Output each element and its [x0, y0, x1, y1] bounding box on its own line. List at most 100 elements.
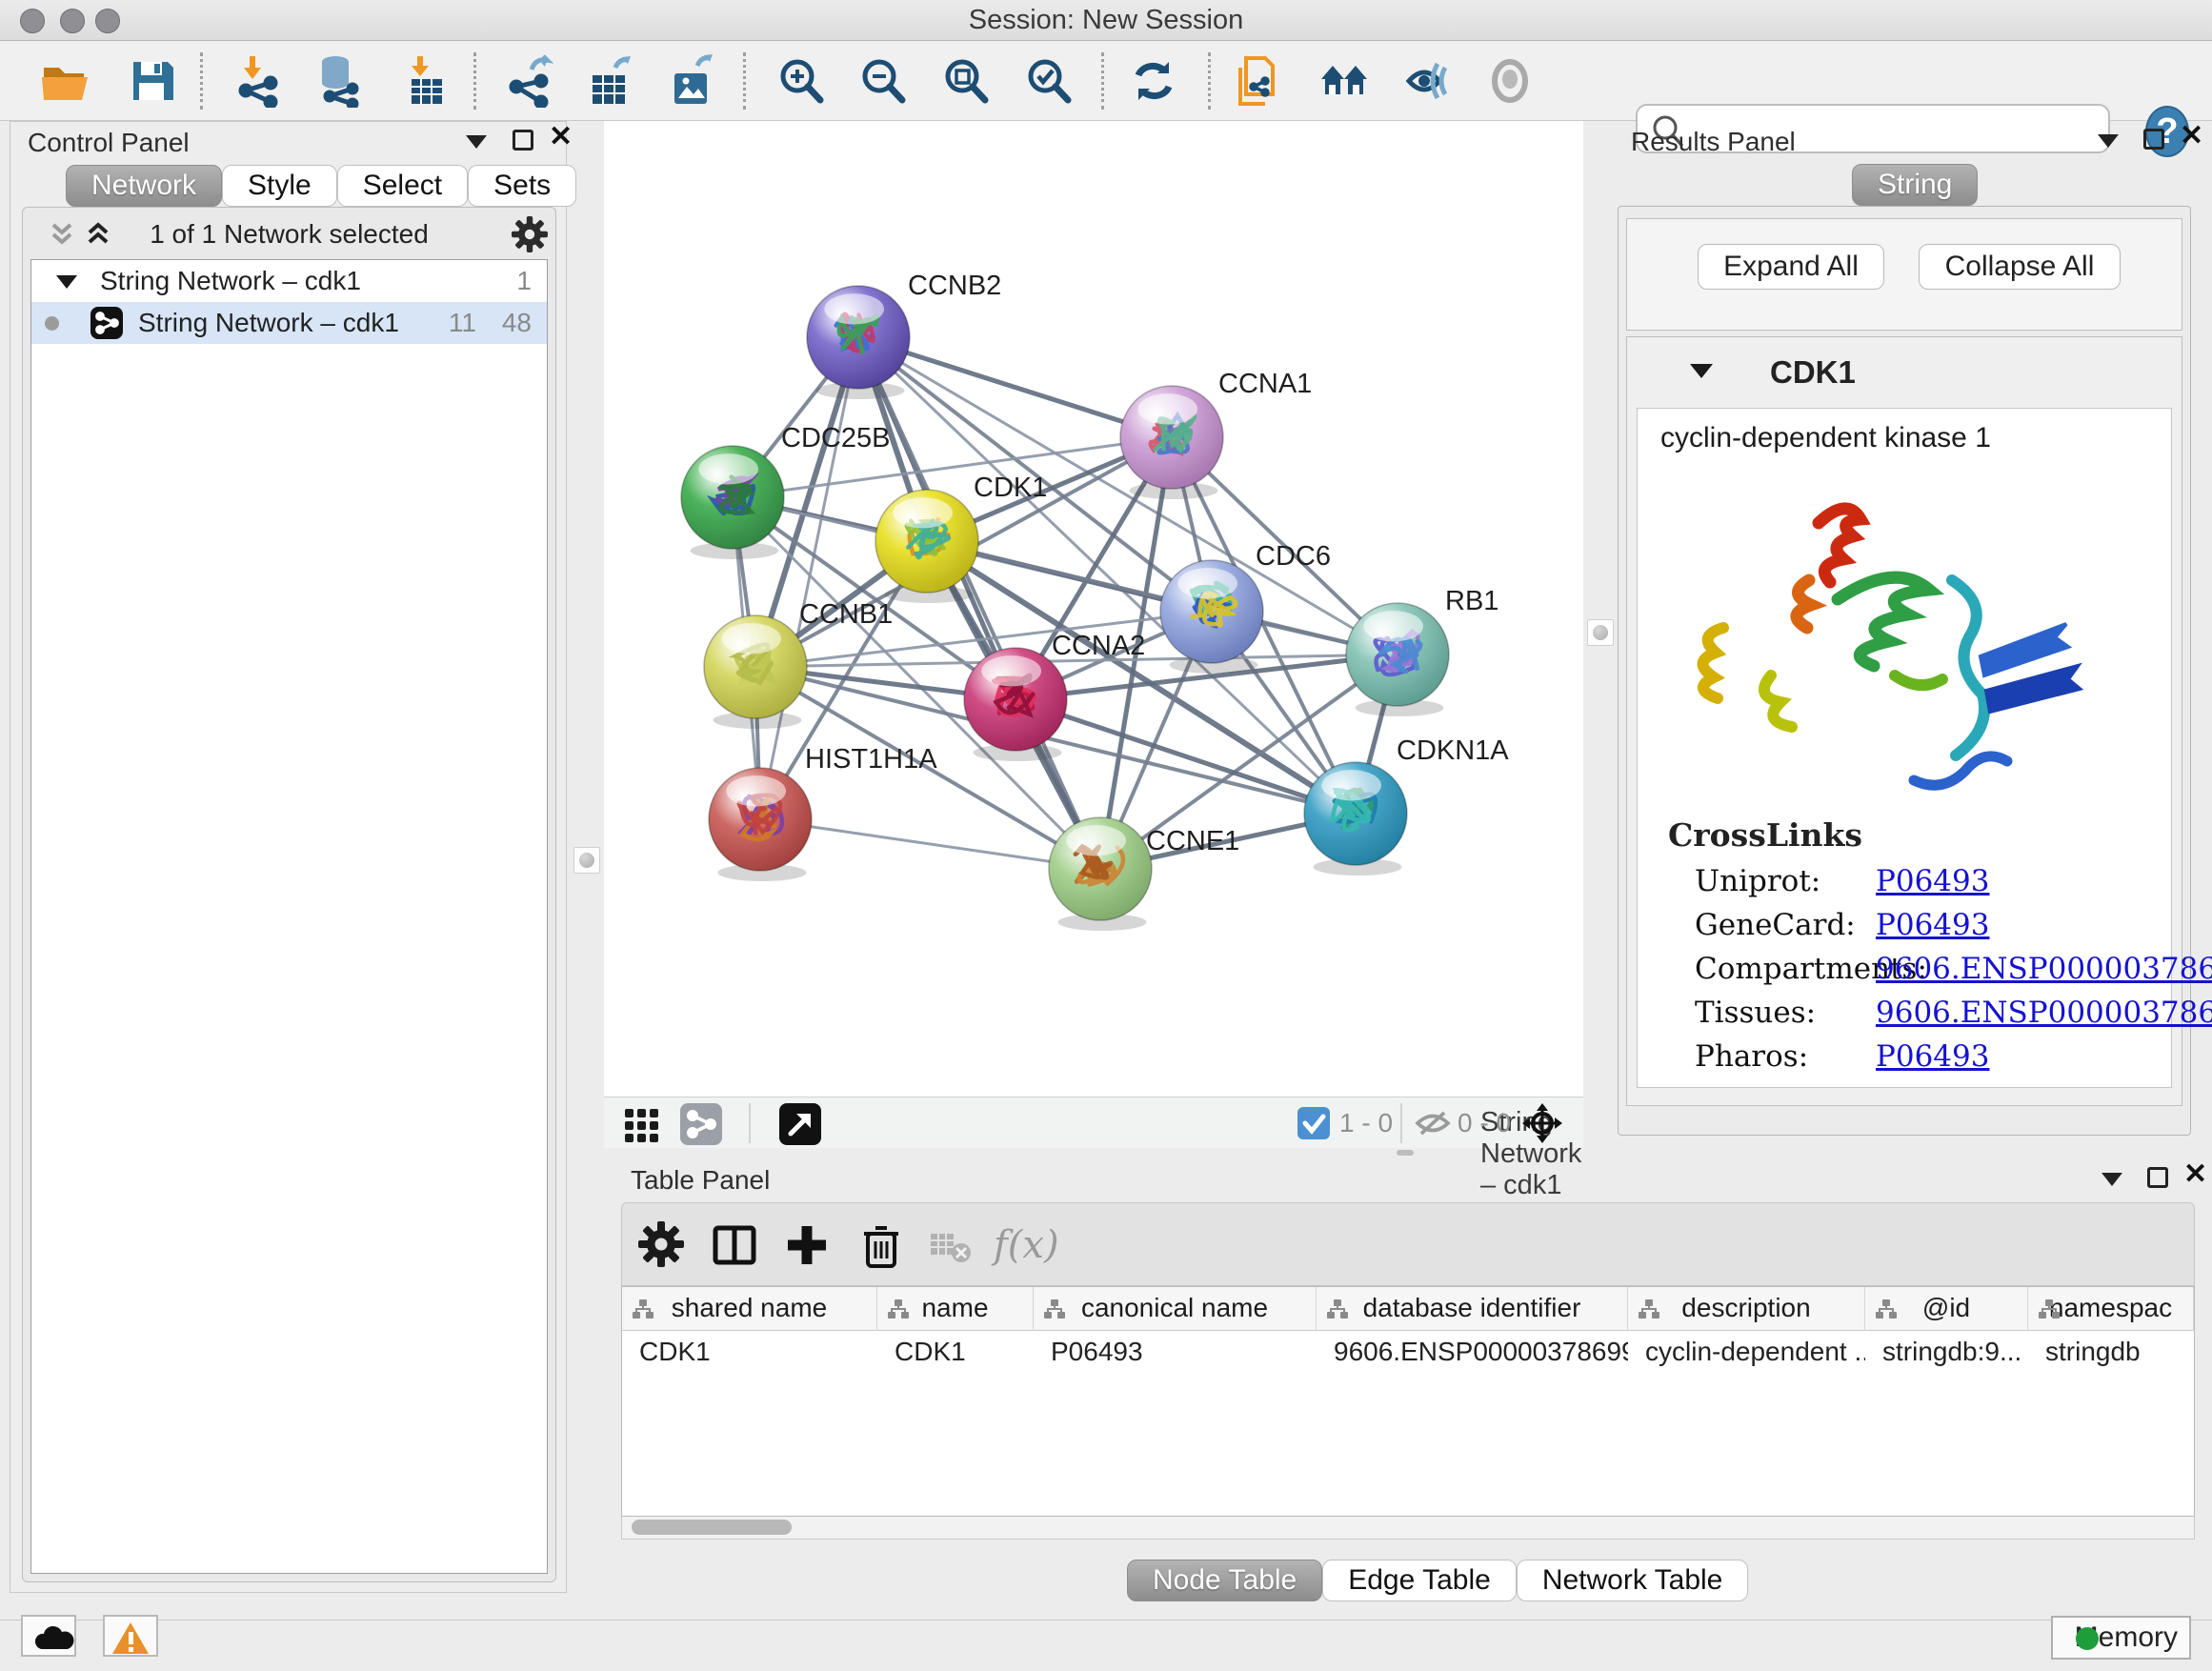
- export-image-icon[interactable]: [665, 54, 718, 108]
- delete-table-icon[interactable]: [925, 1220, 975, 1270]
- panel-close-icon[interactable]: ✕: [2180, 126, 2203, 147]
- highlight-eye-icon[interactable]: [1483, 54, 1537, 108]
- node-entry-body: cyclin-dependent kinase 1: [1637, 408, 2172, 1088]
- tab-style[interactable]: Style: [222, 165, 337, 207]
- table-row[interactable]: CDK1CDK1P064939606.ENSP00000378699cyclin…: [622, 1331, 2194, 1373]
- node-CDK1[interactable]: CDK1: [875, 473, 1047, 603]
- clone-network-icon[interactable]: [1233, 54, 1286, 108]
- zoom-in-icon[interactable]: [774, 54, 828, 108]
- panel-collapse-icon[interactable]: [466, 135, 487, 153]
- crosslink-label: Uniprot:: [1695, 864, 1820, 898]
- pan-crosshair-icon[interactable]: [1520, 1101, 1564, 1150]
- panel-collapse-icon[interactable]: [2101, 1173, 2122, 1191]
- node-label-RB1: RB1: [1445, 586, 1498, 616]
- zoom-selected-icon[interactable]: [1022, 54, 1076, 108]
- delete-column-icon[interactable]: [856, 1220, 906, 1270]
- table-cell: P06493: [1034, 1331, 1317, 1373]
- open-session-icon[interactable]: [38, 54, 91, 108]
- bottom-splitter-handle[interactable]: [1397, 1150, 1414, 1156]
- collapse-all-button[interactable]: Collapse All: [1919, 244, 2121, 290]
- open-in-window-icon[interactable]: [779, 1103, 821, 1145]
- table-toolbar: f(x): [621, 1202, 2195, 1286]
- minimize-window-button[interactable]: [60, 9, 85, 33]
- zoom-window-button[interactable]: [95, 9, 120, 33]
- show-columns-icon[interactable]: [710, 1220, 759, 1270]
- panel-close-icon[interactable]: ✕: [549, 127, 573, 148]
- network-options-gear-icon[interactable]: [511, 215, 549, 258]
- column-header-description[interactable]: description: [1628, 1287, 1865, 1331]
- network-canvas[interactable]: CCNB2CCNA1CDC25BCDK1CDC6RB1CCNB1CCNA2CDK…: [604, 121, 1583, 1097]
- panel-float-icon[interactable]: [513, 130, 533, 155]
- column-header-namespac[interactable]: namespac: [2028, 1287, 2194, 1331]
- panel-float-icon[interactable]: [2147, 1167, 2168, 1193]
- string-results-container: Expand All Collapse All CDK1 cyclin-depe…: [1618, 206, 2191, 1136]
- tab-edge-table[interactable]: Edge Table: [1322, 1560, 1517, 1601]
- crosslink-link[interactable]: 9606.ENSP00000378699: [1876, 996, 2212, 1030]
- network-graph[interactable]: CCNB2CCNA1CDC25BCDK1CDC6RB1CCNB1CCNA2CDK…: [604, 121, 1583, 1097]
- export-network-icon[interactable]: [503, 54, 556, 108]
- toolbar-separator: [1101, 52, 1104, 110]
- crosslink-label: Tissues:: [1695, 996, 1816, 1030]
- memory-button[interactable]: Memory: [2051, 1616, 2191, 1660]
- node-CDKN1A[interactable]: CDKN1A: [1304, 735, 1509, 876]
- node-HIST1H1A[interactable]: HIST1H1A: [709, 744, 937, 881]
- column-type-icon: [1638, 1298, 1660, 1320]
- expand-all-button[interactable]: Expand All: [1698, 244, 1884, 290]
- tab-string[interactable]: String: [1852, 164, 1978, 206]
- tab-network-table[interactable]: Network Table: [1517, 1560, 1749, 1601]
- zoom-out-icon[interactable]: [856, 54, 910, 108]
- function-builder-icon[interactable]: f(x): [994, 1220, 1079, 1270]
- string-view-icon[interactable]: [680, 1103, 722, 1145]
- column-header-shared-name[interactable]: shared name: [622, 1287, 877, 1331]
- birds-eye-grid-icon[interactable]: [621, 1103, 663, 1145]
- node-CCNE1[interactable]: CCNE1: [1049, 817, 1239, 931]
- export-table-icon[interactable]: [583, 54, 636, 108]
- network-collection-row[interactable]: String Network – cdk1 1: [31, 260, 547, 302]
- tab-node-table[interactable]: Node Table: [1127, 1560, 1322, 1601]
- import-database-icon[interactable]: [312, 54, 366, 108]
- node-entry-header[interactable]: CDK1: [1627, 337, 2182, 408]
- node-label-CCNA2: CCNA2: [1052, 631, 1145, 661]
- column-header-name[interactable]: name: [877, 1287, 1034, 1331]
- table-options-gear-icon[interactable]: [637, 1220, 687, 1270]
- selected-checkbox-icon[interactable]: [1297, 1107, 1330, 1139]
- legacy-home-icon[interactable]: [1317, 54, 1371, 108]
- cloud-status-button[interactable]: [21, 1615, 76, 1657]
- column-header-canonical-name[interactable]: canonical name: [1034, 1287, 1317, 1331]
- left-splitter-handle[interactable]: [573, 847, 600, 874]
- panel-collapse-icon[interactable]: [2098, 134, 2119, 152]
- tab-select[interactable]: Select: [337, 165, 468, 207]
- close-window-button[interactable]: [20, 9, 45, 33]
- crosslink-link[interactable]: 9606.ENSP00000378699: [1876, 952, 2212, 986]
- column-type-icon: [1043, 1298, 1066, 1320]
- crosslink-link[interactable]: P06493: [1876, 908, 1989, 942]
- refresh-view-icon[interactable]: [1127, 54, 1180, 108]
- network-row[interactable]: String Network – cdk1 11 48: [31, 302, 547, 344]
- node-RB1[interactable]: RB1: [1346, 586, 1498, 716]
- warning-status-button[interactable]: [103, 1615, 158, 1657]
- import-network-icon[interactable]: [232, 54, 286, 108]
- zoom-fit-icon[interactable]: [939, 54, 993, 108]
- tab-sets[interactable]: Sets: [468, 165, 576, 207]
- import-table-icon[interactable]: [400, 54, 453, 108]
- table-horizontal-scrollbar[interactable]: [621, 1517, 2195, 1540]
- collection-expand-triangle-icon[interactable]: [56, 275, 77, 289]
- crosslink-link[interactable]: P06493: [1876, 864, 1989, 898]
- column-header-@id[interactable]: @id: [1865, 1287, 2028, 1331]
- edge-CCNB2-CCNE1[interactable]: [858, 337, 1100, 869]
- panel-float-icon[interactable]: [2143, 129, 2164, 154]
- tab-network[interactable]: Network: [66, 165, 222, 207]
- node-attribute-table[interactable]: shared namenamecanonical namedatabase id…: [621, 1286, 2195, 1517]
- node-CDC6[interactable]: CDC6: [1160, 541, 1331, 674]
- hidden-eye-icon[interactable]: [1414, 1107, 1452, 1144]
- scrollbar-thumb[interactable]: [632, 1520, 792, 1535]
- column-header-database-identifier[interactable]: database identifier: [1317, 1287, 1628, 1331]
- entry-collapse-triangle-icon[interactable]: [1690, 364, 1713, 378]
- crosslink-row: Compartments:9606.ENSP00000378699: [1695, 952, 2162, 996]
- show-hide-panel-icon[interactable]: [1399, 54, 1453, 108]
- save-session-icon[interactable]: [126, 54, 179, 108]
- crosslink-link[interactable]: P06493: [1876, 1039, 1989, 1074]
- network-selector-row: 1 of 1 Network selected: [23, 213, 555, 255]
- panel-close-icon[interactable]: ✕: [2183, 1164, 2207, 1185]
- create-column-icon[interactable]: [782, 1220, 832, 1270]
